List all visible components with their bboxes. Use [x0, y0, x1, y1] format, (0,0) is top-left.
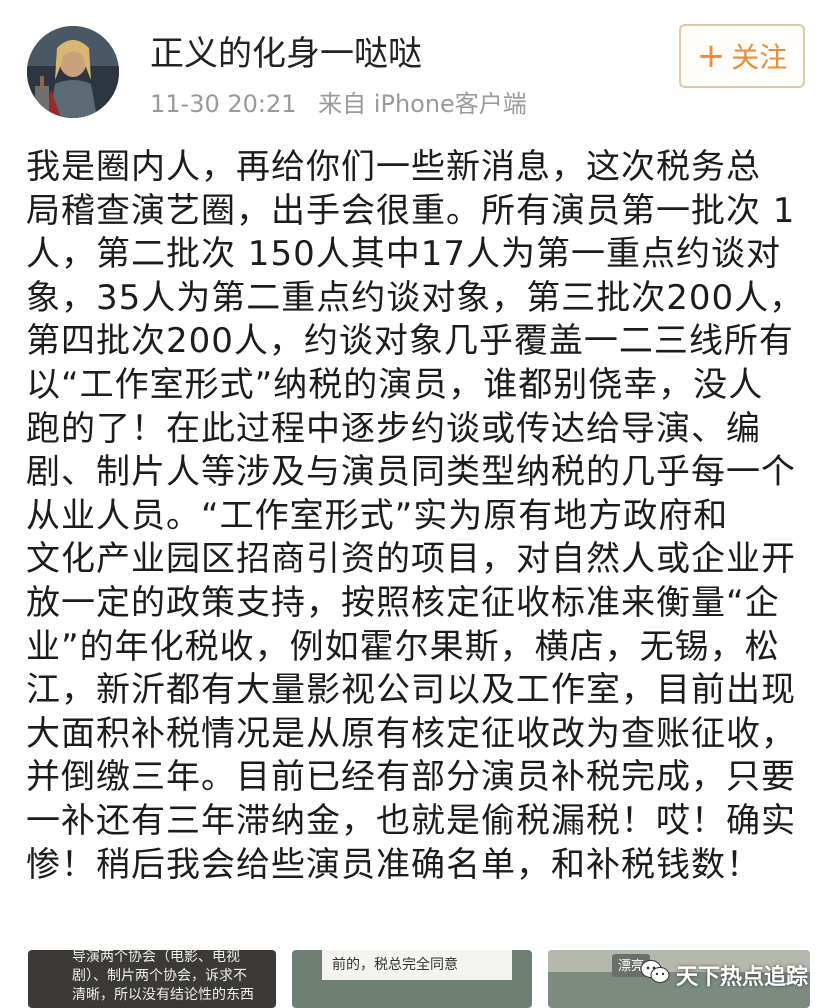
- post-meta: 11-30 20:21 来自 iPhone客户端: [150, 88, 527, 120]
- post-line: 放一定的政策支持，按照核定征收标准来衡量“企: [26, 582, 780, 623]
- post-line: 跑的了！在此过程中逐步约谈或传达给导演、编: [26, 408, 761, 449]
- post-line: 剧、制片人等涉及与演员同类型纳税的几乎每一个: [26, 452, 796, 493]
- watermark: 天下热点追踪: [640, 958, 808, 992]
- post-line: 象，35人为第二重点约谈对象，第三批次200人，: [26, 277, 805, 318]
- image-thumbnail[interactable]: 导演两个协会（电影、电视 剧）、制片两个协会，诉求不 清晰，所以没有结论性的东西: [28, 950, 276, 1008]
- post-line: 并倒缴三年。目前已经有部分演员补税完成，只要: [26, 757, 796, 798]
- follow-button[interactable]: + 关注: [679, 24, 805, 88]
- post-line: 大面积补税情况是从原有核定征收改为查账征收，: [26, 713, 796, 754]
- post-time: 11-30 20:21: [150, 90, 297, 118]
- post-line: 以“工作室形式”纳税的演员，谁都别侥幸，没人: [26, 364, 764, 405]
- thumbnail-text: 剧）、制片两个协会，诉求不: [72, 968, 247, 984]
- wechat-icon: [640, 959, 670, 991]
- avatar[interactable]: [27, 26, 119, 118]
- thumbnail-text: 导演两个协会（电影、电视: [72, 950, 240, 965]
- post-line: 一补还有三年滞纳金，也就是偷税漏税！哎！确实: [26, 800, 796, 841]
- thumbnail-text: 清晰，所以没有结论性的东西: [72, 987, 254, 1003]
- post-line: 人，第二批次 150人其中17人为第一重点约谈对: [26, 234, 781, 275]
- post-line: 业”的年化税收，例如霍尔果斯，横店，无锡，松: [26, 626, 780, 667]
- thumbnail-text: 前的，税总完全同意: [332, 957, 458, 973]
- post-header: 正义的化身一哒哒 11-30 20:21 来自 iPhone客户端 + 关注: [0, 0, 838, 130]
- post-body: 我是圈内人，再给你们一些新消息，这次税务总 局稽查演艺圈，出手会很重。所有演员第…: [26, 146, 816, 887]
- username[interactable]: 正义的化身一哒哒: [150, 34, 422, 74]
- avatar-image: [27, 26, 119, 118]
- post-line: 从业人员。“工作室形式”实为原有地方政府和: [26, 495, 729, 536]
- post-source: 来自 iPhone客户端: [318, 90, 527, 118]
- post-line: 第四批次200人，约谈对象几乎覆盖一二三线所有: [26, 321, 794, 362]
- watermark-text: 天下热点追踪: [676, 965, 809, 990]
- post-line: 江，新沂都有大量影视公司以及工作室，目前出现: [26, 670, 796, 711]
- image-thumbnail[interactable]: 前的，税总完全同意: [292, 950, 532, 1008]
- follow-label: 关注: [731, 41, 788, 74]
- post-line: 局稽查演艺圈，出手会很重。所有演员第一批次 1: [26, 190, 796, 231]
- plus-icon: +: [696, 36, 726, 76]
- post-line: 文化产业园区招商引资的项目，对自然人或企业开: [26, 539, 796, 580]
- post-line: 我是圈内人，再给你们一些新消息，这次税务总: [26, 147, 761, 187]
- post-line: 惨！稍后我会给些演员准确名单，和补税钱数！: [26, 844, 761, 885]
